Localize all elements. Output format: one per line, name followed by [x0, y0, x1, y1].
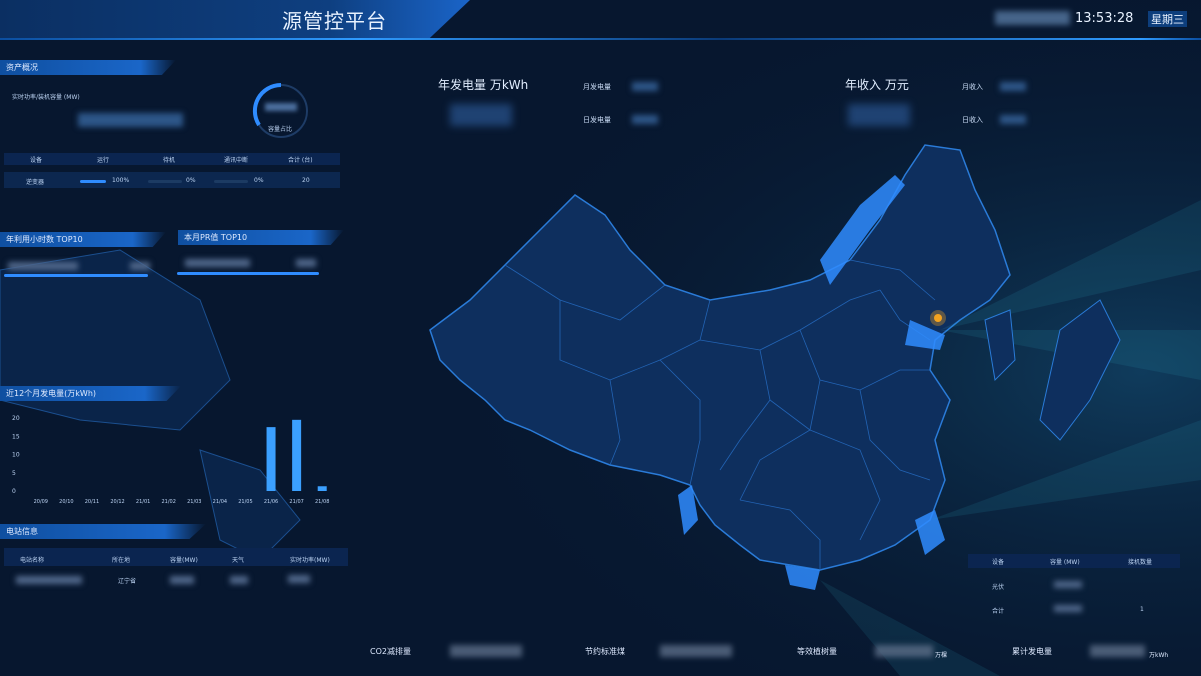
x-tick-label: 21/06: [264, 499, 278, 505]
site-col-weather: 天气: [232, 557, 245, 564]
rank-right-bar: [177, 272, 319, 275]
capacity-value-redacted: [78, 113, 183, 127]
col-standby: 待机: [163, 157, 176, 164]
annual-gen-label: 年发电量 万kWh: [438, 78, 529, 92]
x-tick-label: 20/10: [59, 499, 73, 505]
monthly-gen-value-redacted: [632, 82, 658, 91]
tree-label: 等效植树量: [797, 647, 837, 656]
rank-left-value-redacted: [130, 262, 150, 270]
x-tick-label: 21/03: [187, 499, 201, 505]
x-tick-label: 21/07: [289, 499, 303, 505]
comm-bar: [214, 180, 248, 183]
row-standby: 0%: [186, 177, 196, 184]
tab-site-info: 电站信息: [0, 524, 206, 539]
monthly-income-value-redacted: [1000, 82, 1026, 91]
bar-21/06: [266, 427, 276, 491]
annual-gen-value-redacted: [450, 104, 512, 126]
x-tick-label: 21/08: [315, 499, 329, 505]
daily-gen-label: 日发电量: [583, 116, 611, 124]
annual-income-value-redacted: [848, 104, 910, 126]
daily-gen-value-redacted: [632, 115, 658, 124]
col-run: 运行: [97, 157, 110, 164]
col-device: 设备: [30, 157, 43, 164]
rank-left-bar: [4, 274, 148, 277]
bar-21/08: [317, 486, 327, 491]
site-capacity-redacted: [170, 576, 194, 584]
annual-income-label: 年收入 万元: [845, 78, 909, 92]
weekday-badge: 星期三: [1148, 11, 1187, 27]
device-col-count: 接机数量: [1128, 559, 1153, 566]
site-name-redacted: [16, 576, 82, 584]
standby-bar: [148, 180, 182, 183]
tab-utilization-top10: 年利用小时数 TOP10: [0, 232, 166, 247]
y-tick-label: 15: [12, 433, 20, 440]
device-row-pv: 光伏: [992, 584, 1005, 591]
x-tick-label: 21/02: [161, 499, 175, 505]
title-banner: [0, 0, 470, 40]
rank-right-name-redacted: [185, 259, 250, 267]
row-comm: 0%: [254, 177, 264, 184]
tree-value-redacted: [875, 645, 933, 657]
site-power-redacted: [288, 575, 310, 583]
row-device: 逆变器: [26, 179, 45, 186]
device-row-total: 合计: [992, 608, 1005, 615]
device-pv-capacity-redacted: [1054, 581, 1082, 588]
date-redacted: [995, 11, 1070, 25]
x-tick-label: 20/09: [34, 499, 48, 505]
x-tick-label: 20/12: [110, 499, 124, 505]
gauge-label: 容量占比: [268, 126, 293, 133]
site-location: 辽宁省: [118, 578, 137, 585]
site-col-capacity: 容量(MW): [170, 557, 198, 564]
col-comm: 通讯中断: [224, 157, 249, 164]
header-line: [0, 38, 1201, 40]
total-gen-label: 累计发电量: [1012, 647, 1052, 656]
coal-value-redacted: [660, 645, 732, 657]
row-total: 20: [302, 177, 310, 184]
col-total: 合计 (台): [288, 157, 313, 164]
bar-21/07: [292, 419, 302, 491]
tab-pr-top10: 本月PR值 TOP10: [178, 230, 344, 245]
run-bar: [80, 180, 106, 183]
x-tick-label: 21/04: [213, 499, 227, 505]
co2-label: CO2减排量: [370, 647, 411, 656]
tab-asset-overview: 资产概况: [0, 60, 176, 75]
clock: 13:53:28: [1075, 11, 1134, 26]
device-col-capacity: 容量 (MW): [1050, 559, 1080, 566]
device-total-capacity-redacted: [1054, 605, 1082, 612]
x-tick-label: 21/01: [136, 499, 150, 505]
tab-monthly-generation: 近12个月发电量(万kWh): [0, 386, 181, 401]
site-col-power: 实时功率(MW): [290, 557, 330, 564]
coal-label: 节约标准煤: [585, 647, 625, 656]
y-tick-label: 20: [12, 415, 20, 422]
device-total-count: 1: [1140, 606, 1144, 613]
site-weather-redacted: [230, 576, 248, 584]
monthly-gen-label: 月发电量: [583, 83, 611, 91]
tree-unit: 万棵: [935, 652, 948, 659]
capacity-label: 实时功率/装机容量 (MW): [12, 94, 80, 101]
china-map: [0, 0, 1201, 676]
daily-income-value-redacted: [1000, 115, 1026, 124]
y-tick-label: 0: [12, 488, 16, 495]
site-col-location: 所在地: [112, 557, 131, 564]
site-col-name: 电站名称: [20, 557, 45, 564]
row-run: 100%: [112, 177, 130, 184]
monthly-income-label: 月收入: [962, 83, 983, 91]
monthly-generation-chart: 0 5 10 15 20 20/09 20/10 20/11 20/12 21/01 21/02 21…: [12, 415, 329, 505]
page-title: 源管控平台: [282, 9, 387, 33]
total-gen-value-redacted: [1090, 645, 1145, 657]
rank-left-name-redacted: [8, 262, 78, 270]
y-tick-label: 10: [12, 452, 20, 459]
device-col-name: 设备: [992, 559, 1005, 566]
x-tick-label: 21/05: [238, 499, 252, 505]
co2-value-redacted: [450, 645, 522, 657]
total-gen-unit: 万kWh: [1149, 652, 1169, 659]
rank-right-value-redacted: [296, 259, 316, 267]
x-tick-label: 20/11: [85, 499, 99, 505]
y-tick-label: 5: [12, 470, 16, 477]
daily-income-label: 日收入: [962, 116, 983, 124]
